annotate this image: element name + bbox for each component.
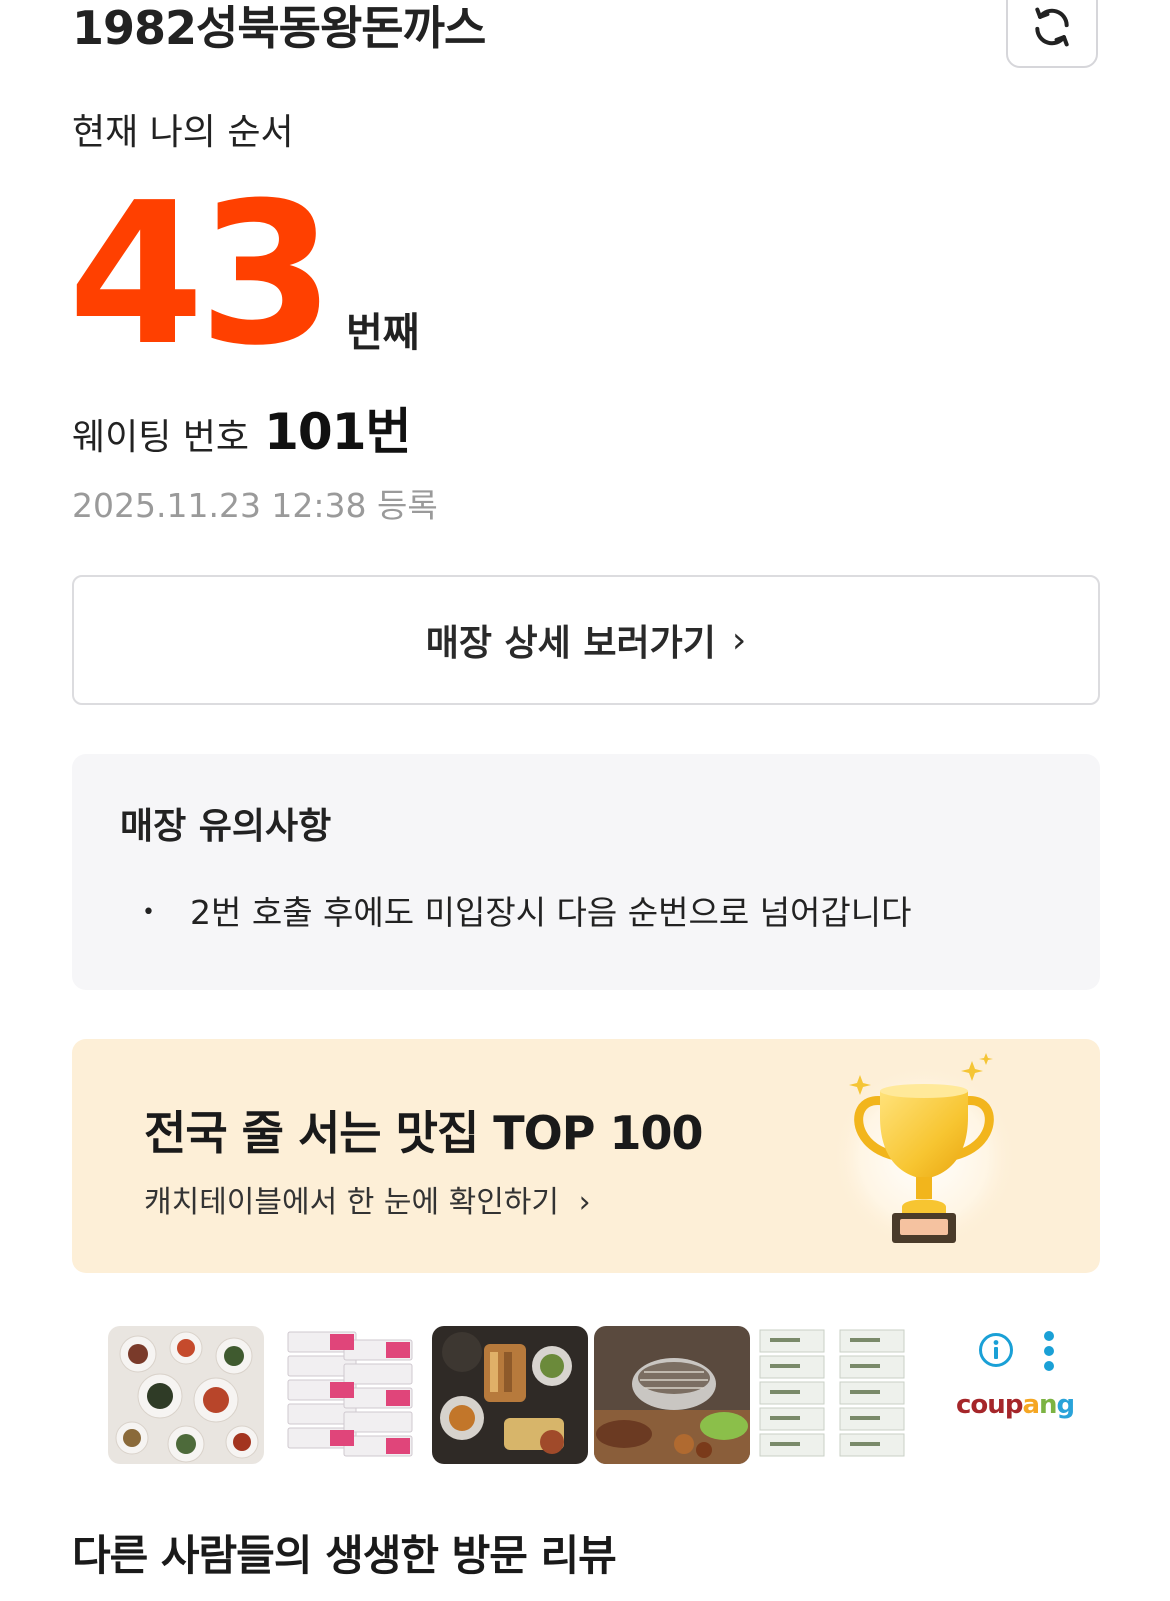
waiting-number: 101번 [264,403,411,461]
ad-product-image[interactable] [270,1326,426,1464]
ad-product-image[interactable] [756,1326,912,1464]
ad-product-image[interactable] [594,1326,750,1464]
ad-controls: coupang [950,1322,1100,1472]
store-notice-title: 매장 유의사항 [120,806,332,847]
refresh-icon [1035,7,1069,47]
ad-product-image[interactable] [432,1326,588,1464]
waiting-number-label: 웨이팅 번호 [72,417,250,458]
queue-position-suffix: 번째 [346,310,420,356]
ad-product-image[interactable] [108,1326,264,1464]
store-name: 1982성북동왕돈까스 [72,1,486,55]
banner-title: 전국 줄 서는 맛집 TOP 100 [144,1106,704,1160]
refresh-button[interactable] [1006,0,1098,68]
waiting-number-row: 웨이팅 번호 101번 [72,402,412,474]
chevron-right-icon: › [578,1185,591,1220]
ad-product-strip[interactable] [104,1322,934,1470]
store-detail-button[interactable]: 매장 상세 보러가기 › [72,575,1100,705]
kebab-icon[interactable] [1042,1330,1056,1372]
top100-banner[interactable]: 전국 줄 서는 맛집 TOP 100 캐치테이블에서 한 눈에 확인하기 › [72,1039,1100,1273]
queue-position: 43 [68,161,335,389]
chevron-right-icon: › [731,619,747,661]
store-notice-box: 매장 유의사항 • 2번 호출 후에도 미입장시 다음 순번으로 넘어갑니다 [72,754,1100,990]
info-icon[interactable] [978,1332,1014,1368]
registered-time: 2025.11.23 12:38 등록 [72,486,438,525]
reviews-section-title: 다른 사람들의 생생한 방문 리뷰 [72,1531,617,1580]
store-notice-item: 2번 호출 후에도 미입장시 다음 순번으로 넘어갑니다 [190,893,912,932]
bullet-icon: • [142,900,155,925]
order-label: 현재 나의 순서 [72,112,294,153]
banner-subtitle-row: 캐치테이블에서 한 눈에 확인하기 › [144,1183,591,1223]
store-detail-button-label: 매장 상세 보러가기 [425,623,716,664]
coupang-logo: coupang [956,1390,1075,1420]
banner-subtitle: 캐치테이블에서 한 눈에 확인하기 [144,1185,560,1220]
trophy-icon [832,1053,1016,1249]
